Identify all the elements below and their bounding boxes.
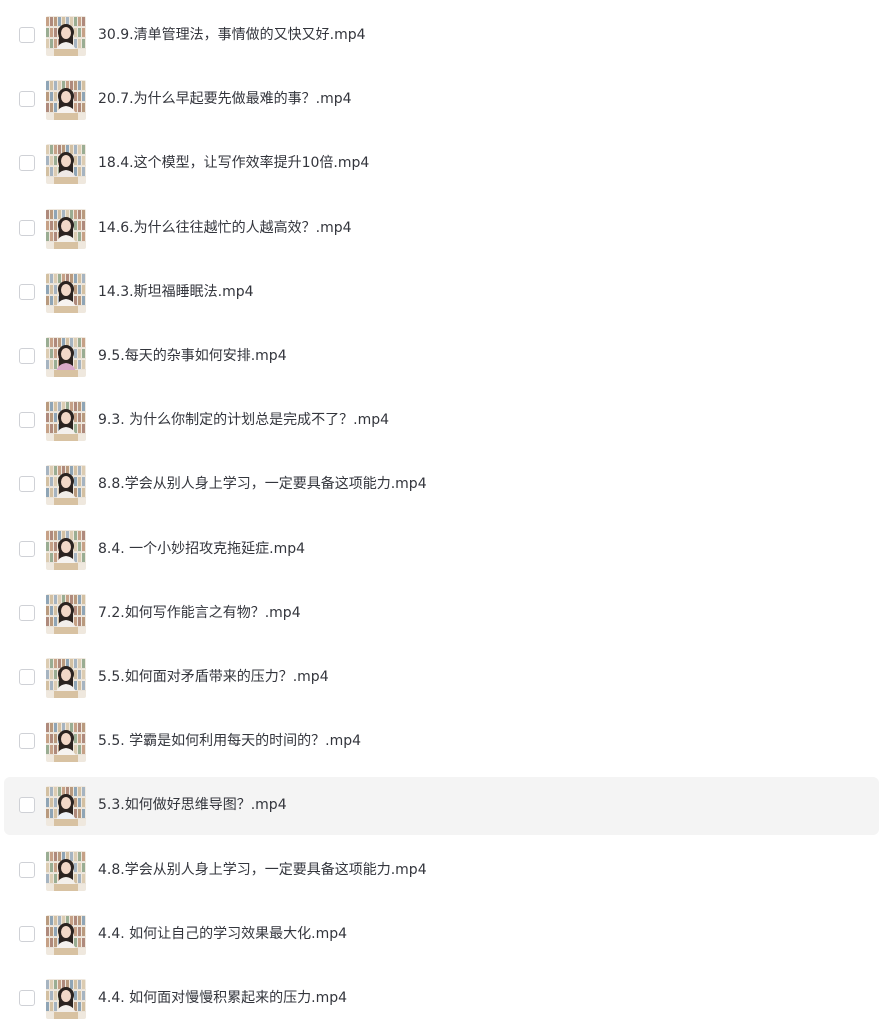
file-row[interactable]: 14.6.为什么往往越忙的人越高效？.mp4 — [4, 200, 879, 258]
file-row[interactable]: 30.9.清单管理法，事情做的又快又好.mp4 — [4, 7, 879, 65]
file-row[interactable]: 9.5.每天的杂事如何安排.mp4 — [4, 328, 879, 386]
row-checkbox[interactable] — [19, 27, 35, 43]
file-name[interactable]: 4.4. 如何面对慢慢积累起来的压力.mp4 — [98, 988, 347, 1008]
file-row[interactable]: 5.5.如何面对矛盾带来的压力？.mp4 — [4, 649, 879, 707]
video-thumbnail-icon[interactable] — [46, 593, 86, 634]
video-thumbnail-icon[interactable] — [46, 337, 86, 377]
video-thumbnail-icon[interactable] — [46, 529, 86, 570]
video-thumbnail-icon[interactable] — [46, 144, 86, 185]
file-row[interactable]: 5.5. 学霸是如何利用每天的时间的？.mp4 — [4, 713, 879, 771]
video-thumbnail-icon[interactable] — [46, 16, 86, 56]
file-row[interactable]: 8.8.学会从别人身上学习，一定要具备这项能力.mp4 — [4, 456, 879, 514]
file-row[interactable]: 4.4. 如何面对慢慢积累起来的压力.mp4 — [4, 970, 879, 1028]
file-name[interactable]: 30.9.清单管理法，事情做的又快又好.mp4 — [98, 25, 366, 45]
file-row[interactable]: 4.4. 如何让自己的学习效果最大化.mp4 — [4, 906, 879, 964]
file-name[interactable]: 14.6.为什么往往越忙的人越高效？.mp4 — [98, 218, 352, 238]
file-name[interactable]: 18.4.这个模型，让写作效率提升10倍.mp4 — [98, 153, 369, 173]
file-name[interactable]: 8.4. 一个小妙招攻克拖延症.mp4 — [98, 539, 305, 559]
video-thumbnail-icon[interactable] — [46, 914, 86, 955]
row-checkbox[interactable] — [19, 91, 35, 108]
row-checkbox[interactable] — [19, 412, 35, 429]
video-thumbnail-icon[interactable] — [46, 208, 86, 249]
row-checkbox[interactable] — [19, 733, 35, 750]
row-checkbox[interactable] — [19, 990, 35, 1006]
video-thumbnail-icon[interactable] — [46, 786, 86, 827]
row-checkbox[interactable] — [19, 861, 35, 878]
file-row[interactable]: 14.3.斯坦福睡眠法.mp4 — [4, 264, 879, 322]
file-name[interactable]: 5.5. 学霸是如何利用每天的时间的？.mp4 — [98, 731, 361, 751]
file-name[interactable]: 5.5.如何面对矛盾带来的压力？.mp4 — [98, 667, 329, 687]
file-row[interactable]: 7.2.如何写作能言之有物？.mp4 — [4, 585, 879, 643]
file-row[interactable]: 4.8.学会从别人身上学习，一定要具备这项能力.mp4 — [4, 842, 879, 900]
file-name[interactable]: 4.8.学会从别人身上学习，一定要具备这项能力.mp4 — [98, 860, 427, 880]
row-checkbox[interactable] — [19, 283, 35, 300]
video-thumbnail-icon[interactable] — [46, 722, 86, 763]
video-thumbnail-icon[interactable] — [46, 979, 86, 1019]
video-thumbnail-icon[interactable] — [46, 850, 86, 891]
video-thumbnail-icon[interactable] — [46, 80, 86, 121]
row-checkbox[interactable] — [19, 476, 35, 493]
row-checkbox[interactable] — [19, 925, 35, 942]
file-row[interactable]: 20.7.为什么早起要先做最难的事？.mp4 — [4, 71, 879, 129]
row-checkbox[interactable] — [19, 540, 35, 557]
video-thumbnail-icon[interactable] — [46, 401, 86, 442]
file-name[interactable]: 7.2.如何写作能言之有物？.mp4 — [98, 603, 301, 623]
file-row[interactable]: 18.4.这个模型，让写作效率提升10倍.mp4 — [4, 135, 879, 193]
row-checkbox[interactable] — [19, 219, 35, 236]
row-checkbox[interactable] — [19, 348, 35, 364]
video-thumbnail-icon[interactable] — [46, 465, 86, 506]
video-thumbnail-icon[interactable] — [46, 658, 86, 698]
file-name[interactable]: 8.8.学会从别人身上学习，一定要具备这项能力.mp4 — [98, 474, 427, 494]
file-row[interactable]: 5.3.如何做好思维导图？.mp4 — [4, 777, 879, 836]
file-row[interactable]: 8.4. 一个小妙招攻克拖延症.mp4 — [4, 521, 879, 579]
file-row[interactable]: 9.3. 为什么你制定的计划总是完成不了？.mp4 — [4, 392, 879, 450]
file-name[interactable]: 4.4. 如何让自己的学习效果最大化.mp4 — [98, 924, 347, 944]
row-checkbox[interactable] — [19, 797, 35, 814]
file-name[interactable]: 5.3.如何做好思维导图？.mp4 — [98, 795, 287, 815]
row-checkbox[interactable] — [19, 604, 35, 621]
file-name[interactable]: 9.3. 为什么你制定的计划总是完成不了？.mp4 — [98, 410, 389, 430]
row-checkbox[interactable] — [19, 669, 35, 685]
video-thumbnail-icon[interactable] — [46, 272, 86, 313]
file-name[interactable]: 20.7.为什么早起要先做最难的事？.mp4 — [98, 89, 352, 109]
row-checkbox[interactable] — [19, 155, 35, 172]
file-name[interactable]: 14.3.斯坦福睡眠法.mp4 — [98, 282, 254, 302]
file-name[interactable]: 9.5.每天的杂事如何安排.mp4 — [98, 346, 287, 366]
file-list: 30.9.清单管理法，事情做的又快又好.mp4 20.7.为什么早起要先做最难的事… — [0, 0, 879, 1024]
